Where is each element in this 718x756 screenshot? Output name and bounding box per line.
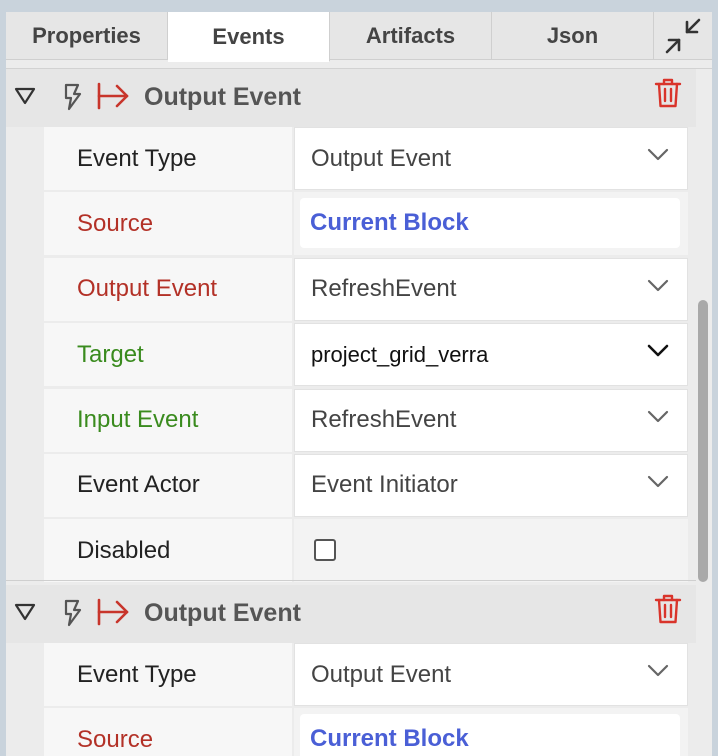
event-header[interactable]: Output Event [6,585,696,643]
triangle-down-icon[interactable] [14,601,36,623]
field-label: Event Actor [44,453,292,517]
event-divider [6,580,696,581]
tab-properties[interactable]: Properties [6,12,168,60]
field-event-actor: Event Actor Event Initiator [44,453,688,517]
tab-properties-label: Properties [32,22,141,48]
properties-panel: Properties Events Artifacts Json Output … [6,12,712,756]
tab-events-label: Events [212,23,285,49]
chevron-down-icon [647,148,669,161]
output-arrow-icon [97,82,129,110]
tab-json-label: Json [546,22,599,48]
tab-bar: Properties Events Artifacts Json [6,12,712,68]
field-label: Input Event [44,388,292,452]
select-value: Event Initiator [311,471,458,499]
target-select[interactable]: project_grid_verra [294,323,688,387]
field-label: Target [44,323,292,387]
source-field[interactable]: Current Block [294,708,688,756]
collapse-button[interactable] [654,12,712,60]
output-arrow-icon [97,598,129,626]
field-source: Source Current Block [44,192,688,256]
tab-artifacts[interactable]: Artifacts [330,12,492,60]
event-fields: Event Type Output Event Source Current B… [44,643,688,756]
lightning-bolt-icon [64,83,82,111]
field-disabled: Disabled [44,519,688,583]
disabled-cell [294,519,688,583]
source-field[interactable]: Current Block [294,192,688,256]
field-label: Event Type [44,643,292,706]
field-event-type: Event Type Output Event [44,127,688,190]
trash-icon[interactable] [654,77,682,109]
event-fields: Event Type Output Event Source Current B… [44,127,688,585]
field-output-event: Output Event RefreshEvent [44,257,688,321]
field-label: Disabled [44,519,292,583]
field-input-event: Input Event RefreshEvent [44,388,688,452]
chevron-down-icon [647,279,669,291]
select-value: Output Event [311,144,452,172]
select-value: RefreshEvent [311,406,457,434]
input-event-select[interactable]: RefreshEvent [294,388,688,452]
event-type-select[interactable]: Output Event [294,643,688,706]
tab-events[interactable]: Events [168,12,330,62]
select-value: RefreshEvent [311,275,457,303]
scrollbar-thumb[interactable] [698,300,708,582]
event-actor-select[interactable]: Event Initiator [294,453,688,517]
field-label: Output Event [44,257,292,321]
field-target: Target project_grid_verra [44,323,688,387]
event-header[interactable]: Output Event [6,69,696,127]
select-value: project_grid_verra [311,341,489,367]
chevron-down-icon [647,410,669,422]
source-value: Current Block [310,724,469,752]
event-type-select[interactable]: Output Event [294,127,688,190]
trash-icon[interactable] [654,593,682,625]
event-title: Output Event [144,599,301,627]
chevron-down-icon [647,344,669,357]
tab-json[interactable]: Json [492,12,654,60]
tab-artifacts-label: Artifacts [365,22,456,48]
field-event-type: Event Type Output Event [44,643,688,706]
event-title: Output Event [144,83,301,111]
disabled-checkbox[interactable] [314,539,336,562]
chevron-down-icon [647,475,669,488]
lightning-bolt-icon [64,599,82,627]
field-source: Source Current Block [44,708,688,756]
field-label: Source [44,192,292,256]
field-label: Event Type [44,127,292,190]
source-value: Current Block [310,208,469,236]
field-label: Source [44,708,292,756]
chevron-down-icon [647,664,669,677]
triangle-down-icon[interactable] [14,85,36,107]
collapse-arrows-icon [665,18,701,53]
output-event-select[interactable]: RefreshEvent [294,257,688,321]
select-value: Output Event [311,660,452,688]
